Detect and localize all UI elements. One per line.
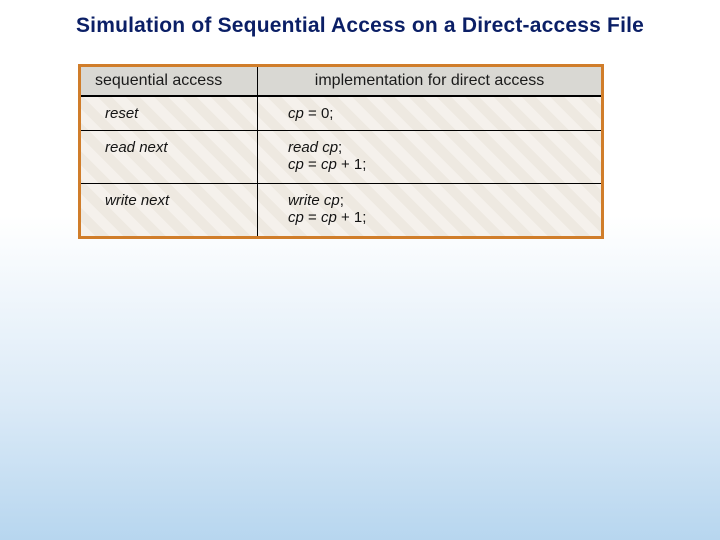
access-table: sequential access implementation for dir… — [78, 64, 604, 239]
header-left-text: sequential access — [95, 72, 222, 89]
header-implementation: implementation for direct access — [258, 67, 601, 95]
header-sequential: sequential access — [81, 67, 257, 95]
impl-line: cp = cp + 1; — [288, 209, 591, 226]
impl-read-next: read cp; cp = cp + 1; — [258, 131, 601, 183]
table-row: reset cp = 0; — [81, 97, 601, 130]
op-reset: reset — [81, 97, 257, 130]
slide-title: Simulation of Sequential Access on a Dir… — [0, 14, 720, 38]
impl-write-next: write cp; cp = cp + 1; — [258, 184, 601, 236]
table-row: write next write cp; cp = cp + 1; — [81, 184, 601, 236]
table-header-row: sequential access implementation for dir… — [81, 67, 601, 95]
header-right-text: implementation for direct access — [315, 72, 544, 89]
impl-line: read cp; — [288, 139, 591, 156]
impl-line: write cp; — [288, 192, 591, 209]
op-read-next: read next — [81, 131, 257, 183]
op-write-next: write next — [81, 184, 257, 236]
impl-line: cp = cp + 1; — [288, 156, 591, 173]
impl-reset: cp = 0; — [258, 97, 601, 130]
slide: Simulation of Sequential Access on a Dir… — [0, 0, 720, 540]
table-row: read next read cp; cp = cp + 1; — [81, 131, 601, 183]
impl-line: cp = 0; — [288, 105, 591, 122]
